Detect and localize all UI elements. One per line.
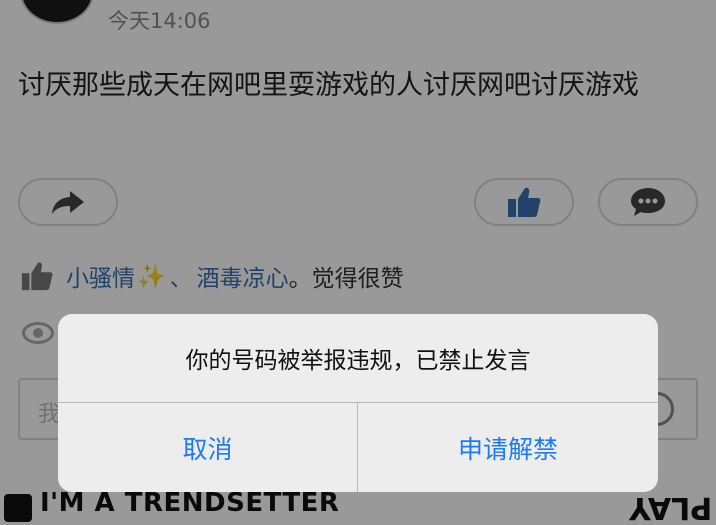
cancel-button[interactable]: 取消 [58, 403, 357, 492]
dialog-message: 你的号码被举报违规，已禁止发言 [185, 348, 531, 374]
appeal-unban-button[interactable]: 申请解禁 [358, 403, 658, 492]
post-detail-page: 今天14:06 讨厌那些成天在网吧里耍游戏的人讨厌网吧讨厌游戏 小骚情 ✨ 、 … [0, 0, 716, 525]
ban-notice-dialog: 你的号码被举报违规，已禁止发言 取消 申请解禁 [58, 314, 658, 492]
